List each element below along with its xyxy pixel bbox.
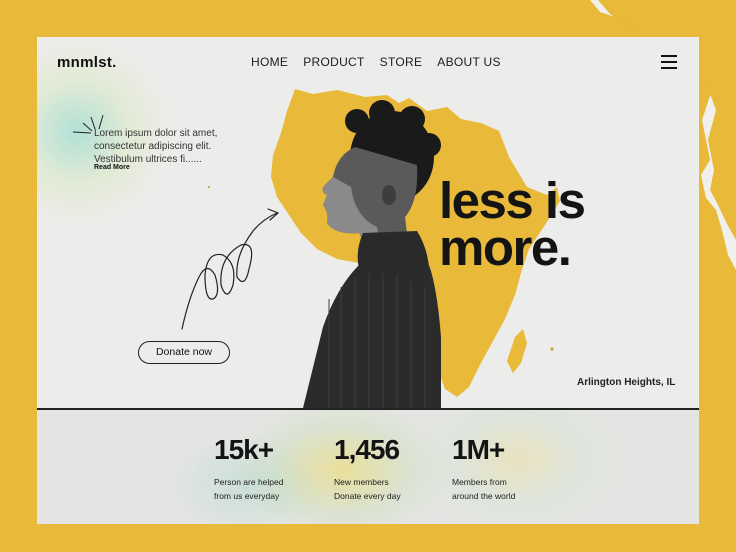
stat-label-line: Person are helped [214, 477, 284, 487]
landing-page-card: mnmlst. HOME PRODUCT STORE ABOUT US Lore… [37, 37, 699, 524]
stat-label: Person are helped from us everyday [214, 476, 283, 503]
intro-line: consectetur adipiscing elit. [94, 141, 212, 152]
stat-people-helped: 15k+ Person are helped from us everyday [214, 432, 283, 503]
nav-store[interactable]: STORE [380, 55, 423, 69]
headline-line-2: more. [439, 219, 572, 276]
stat-value: 1M+ [452, 434, 505, 465]
madagascar-island [507, 329, 527, 373]
stat-new-members: 1,456 New members Donate every day [334, 432, 401, 503]
main-nav: HOME PRODUCT STORE ABOUT US [251, 55, 501, 69]
location-label: Arlington Heights, IL [577, 377, 676, 388]
stat-label: New members Donate every day [334, 476, 401, 503]
stat-label-line: Donate every day [334, 490, 401, 501]
hamburger-menu-icon[interactable] [661, 55, 677, 69]
nav-about-us[interactable]: ABOUT US [437, 55, 501, 69]
nav-product[interactable]: PRODUCT [303, 55, 364, 69]
hero-artwork [72, 89, 560, 408]
read-more-link[interactable]: Read More [94, 164, 130, 171]
stat-label-line: from us everyday [214, 490, 280, 501]
stat-label-line: Members from [452, 477, 507, 487]
nav-home[interactable]: HOME [251, 55, 288, 69]
curly-arrow-icon [181, 208, 280, 330]
stat-label: Members from around the world [452, 476, 515, 503]
stat-value: 1,456 [334, 434, 400, 465]
donate-now-button[interactable]: Donate now [138, 341, 230, 364]
intro-line: Lorem ipsum dolor sit amet, [94, 128, 218, 139]
stat-label-line: New members [334, 477, 389, 487]
stat-value: 15k+ [214, 434, 274, 465]
brand-logo[interactable]: mnmlst. [57, 54, 117, 71]
gradient-glow [417, 410, 617, 524]
headline-line-1: less is [439, 172, 586, 229]
stat-label-line: around the world [452, 490, 516, 501]
stats-section: 15k+ Person are helped from us everyday … [37, 410, 699, 524]
headline: less is more. [439, 172, 586, 276]
intro-text: Lorem ipsum dolor sit amet, consectetur … [94, 127, 234, 166]
stat-members-worldwide: 1M+ Members from around the world [452, 432, 515, 503]
